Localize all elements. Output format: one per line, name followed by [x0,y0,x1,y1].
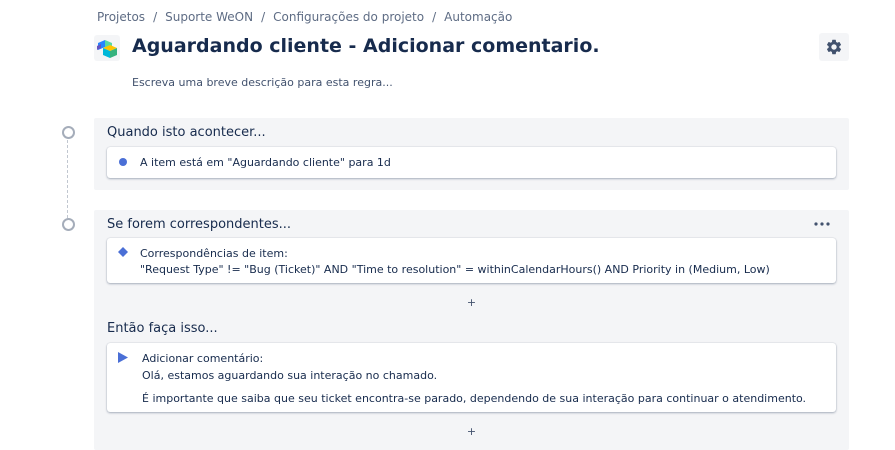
add-action-button[interactable]: + [94,425,849,438]
more-options-button[interactable] [810,216,834,232]
breadcrumb-suporte-weon[interactable]: Suporte WeON [165,10,253,24]
action-card-comment-line1: Olá, estamos aguardando sua interação no… [142,369,438,382]
trigger-section-title: Quando isto acontecer... [107,125,266,140]
trigger-card-text: A item está em "Aguardando cliente" para… [140,156,391,169]
timeline-connector [67,140,68,218]
condition-card[interactable]: Correspondências de item: "Request Type"… [107,238,836,283]
breadcrumb: Projetos / Suporte WeON / Configurações do p… [97,10,512,24]
breadcrumb-separator: / [261,10,266,24]
condition-action-section: Se forem correspondentes... Correspondên… [94,210,849,450]
trigger-section: Quando isto acontecer... A item está em … [94,118,849,190]
more-horizontal-icon [814,222,830,226]
action-card[interactable]: Adicionar comentário: Olá, estamos aguar… [107,343,836,412]
cube-logo-icon [94,35,120,61]
action-section-title: Então faça isso... [107,321,218,336]
trigger-card[interactable]: A item está em "Aguardando cliente" para… [107,147,836,178]
gear-icon [826,39,842,55]
diamond-icon [118,247,128,257]
play-icon [118,352,128,363]
breadcrumb-configuracoes-projeto[interactable]: Configurações do projeto [273,10,424,24]
condition-section-title: Se forem correspondentes... [107,217,292,232]
settings-button[interactable] [819,33,849,61]
breadcrumb-separator: / [153,10,158,24]
page-title: Aguardando cliente - Adicionar comentari… [132,35,600,57]
breadcrumb-projetos[interactable]: Projetos [97,10,145,24]
action-card-heading: Adicionar comentário: [142,352,264,365]
add-condition-button[interactable]: + [94,296,849,309]
breadcrumb-automacao[interactable]: Automação [444,10,512,24]
breadcrumb-separator: / [432,10,437,24]
timeline-dot-trigger [62,126,75,139]
condition-card-heading: Correspondências de item: [140,247,288,260]
dot-icon [119,158,127,166]
condition-card-jql: "Request Type" != "Bug (Ticket)" AND "Ti… [140,263,770,276]
action-card-comment-line2: É importante que saiba que seu ticket en… [142,392,807,405]
rule-description-field[interactable]: Escreva uma breve descrição para esta re… [132,76,393,89]
timeline-dot-condition [62,218,75,231]
